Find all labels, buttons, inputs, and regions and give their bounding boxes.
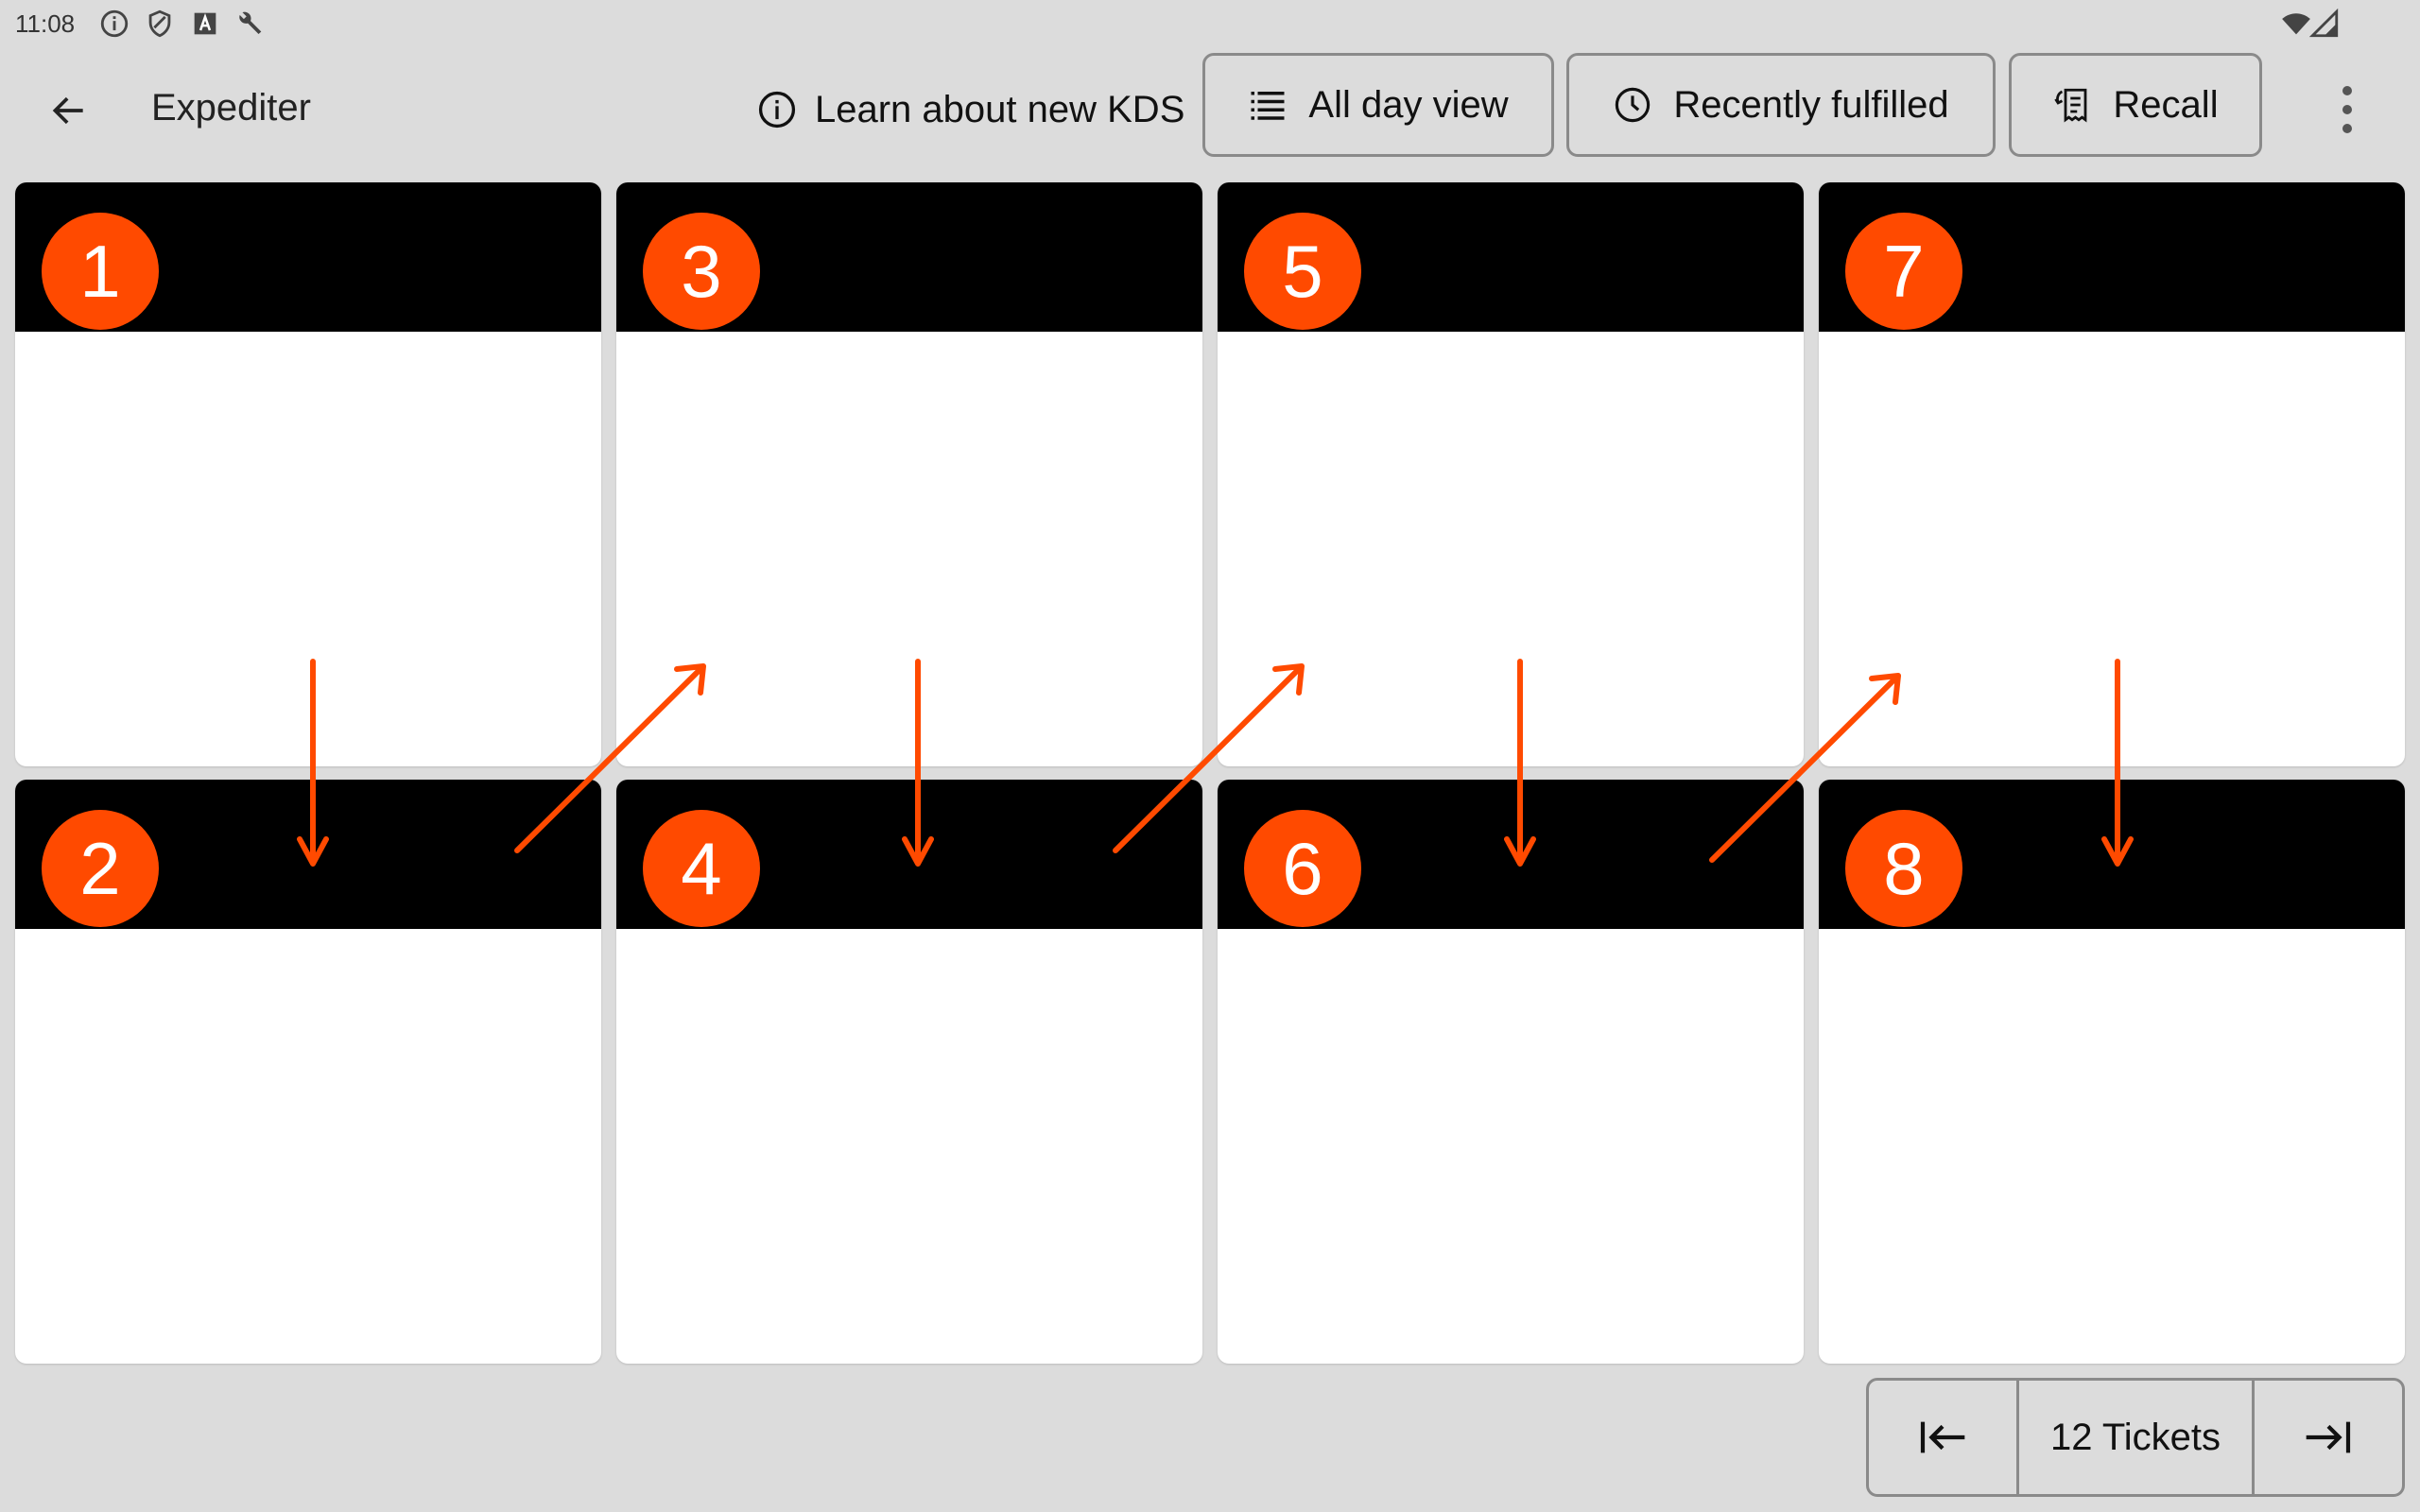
- ticket-card[interactable]: 4: [616, 780, 1202, 1364]
- ticket-order-badge: 3: [643, 213, 760, 330]
- a-box-icon: [189, 8, 221, 40]
- more-dot: [2342, 105, 2352, 114]
- app-bar: Expediter Learn about new KDS All day vi…: [0, 49, 2420, 172]
- recall-label: Recall: [2113, 83, 2219, 126]
- recently-fulfilled-button[interactable]: Recently fulfilled: [1566, 53, 1996, 157]
- ticket-order-badge: 2: [42, 810, 159, 927]
- ticket-header: 2: [15, 780, 601, 929]
- info-icon: [758, 91, 796, 129]
- ticket-order-badge: 6: [1244, 810, 1361, 927]
- ticket-header: 8: [1819, 780, 2405, 929]
- info-icon: [98, 8, 130, 40]
- ticket-header: 4: [616, 780, 1202, 929]
- all-day-view-button[interactable]: All day view: [1202, 53, 1554, 157]
- first-page-icon: [1920, 1421, 1965, 1453]
- ticket-order-badge: 5: [1244, 213, 1361, 330]
- recently-fulfilled-label: Recently fulfilled: [1673, 83, 1949, 126]
- more-dot: [2342, 86, 2352, 95]
- shield-icon: [144, 8, 176, 40]
- status-bar: 11:08: [0, 0, 2420, 49]
- wifi-icon: [2280, 8, 2312, 40]
- first-page-button[interactable]: [1869, 1381, 2016, 1494]
- page-title: Expediter: [151, 87, 311, 129]
- ticket-card[interactable]: 6: [1218, 780, 1804, 1364]
- back-arrow-icon: [52, 96, 83, 125]
- status-time: 11:08: [15, 9, 76, 38]
- ticket-card[interactable]: 8: [1819, 780, 2405, 1364]
- last-page-button[interactable]: [2255, 1381, 2402, 1494]
- ticket-header: 6: [1218, 780, 1804, 929]
- recall-button[interactable]: Recall: [2009, 53, 2262, 157]
- more-options-button[interactable]: [2324, 72, 2371, 147]
- ticket-card[interactable]: 1: [15, 182, 601, 766]
- clock-icon: [1616, 87, 1651, 123]
- ticket-order-badge: 1: [42, 213, 159, 330]
- list-icon: [1251, 92, 1285, 120]
- ticket-card[interactable]: 2: [15, 780, 601, 1364]
- learn-label: Learn about new KDS: [815, 88, 1185, 130]
- recall-receipt-icon: [2054, 88, 2087, 123]
- ticket-order-badge: 4: [643, 810, 760, 927]
- ticket-card[interactable]: 3: [616, 182, 1202, 766]
- ticket-header: 7: [1819, 182, 2405, 332]
- last-page-icon: [2306, 1421, 2351, 1453]
- ticket-count-label: 12 Tickets: [2016, 1381, 2255, 1494]
- wrench-icon: [234, 8, 267, 40]
- ticket-header: 5: [1218, 182, 1804, 332]
- more-dot: [2342, 124, 2352, 133]
- ticket-card[interactable]: 5: [1218, 182, 1804, 766]
- learn-about-kds-link[interactable]: Learn about new KDS: [756, 83, 1184, 136]
- ticket-header: 3: [616, 182, 1202, 332]
- ticket-card[interactable]: 7: [1819, 182, 2405, 766]
- ticket-header: 1: [15, 182, 601, 332]
- back-button[interactable]: [36, 77, 102, 144]
- cellular-icon: [2308, 8, 2341, 40]
- ticket-pagination: 12 Tickets: [1866, 1378, 2405, 1497]
- ticket-order-badge: 7: [1845, 213, 1962, 330]
- ticket-order-badge: 8: [1845, 810, 1962, 927]
- all-day-view-label: All day view: [1308, 83, 1509, 126]
